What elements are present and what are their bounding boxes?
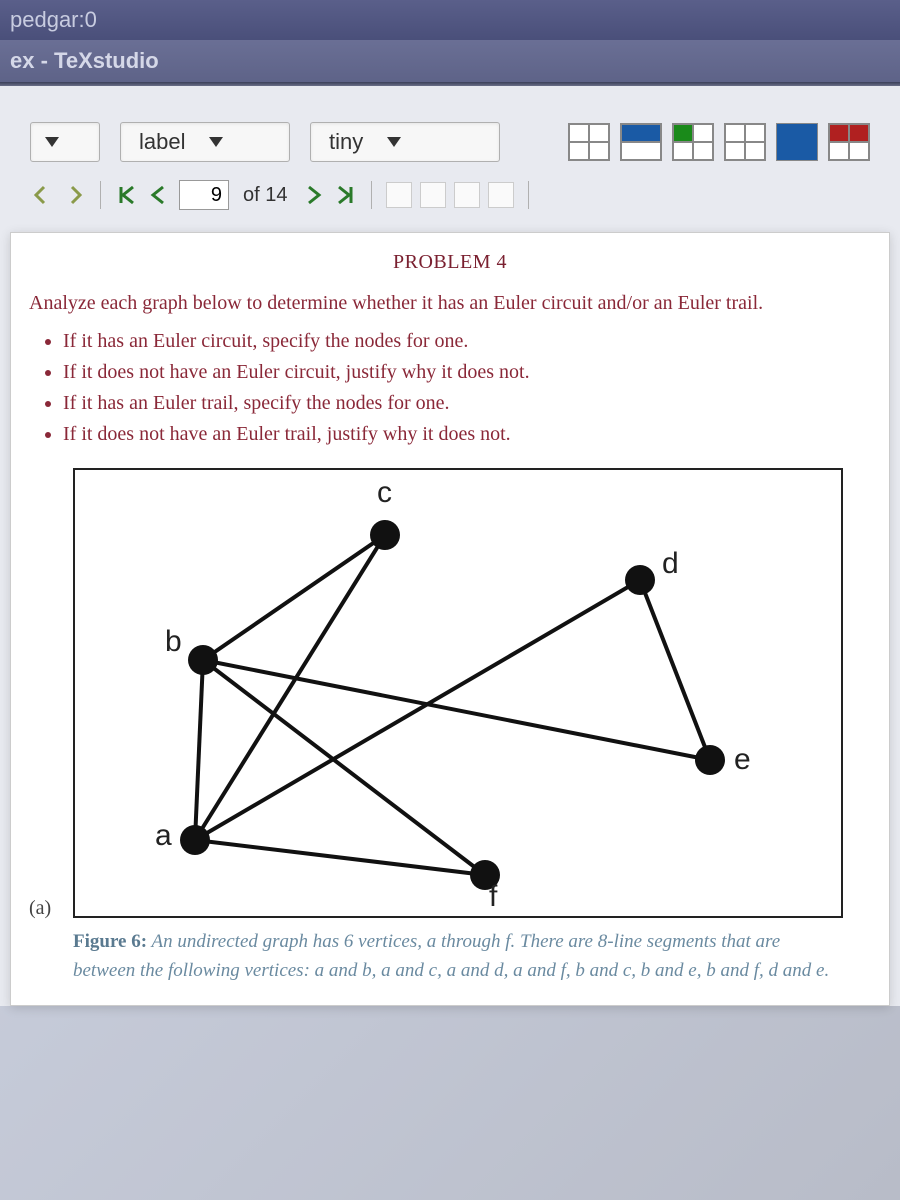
dropdown-label-text: label (131, 129, 205, 155)
graph-label-d: d (662, 547, 679, 581)
zoom-tool2-icon[interactable] (420, 182, 446, 208)
graph-node-a (180, 825, 210, 855)
bullet-item: If it has an Euler circuit, specify the … (63, 326, 877, 357)
separator (100, 181, 101, 209)
nav-prev-icon[interactable] (147, 183, 171, 207)
part-label: (a) (29, 897, 51, 920)
page-total-label: of 14 (237, 184, 293, 207)
table-corner-icon[interactable] (672, 123, 714, 161)
graph-canvas: abcdef (85, 480, 831, 906)
problem-heading: PROBLEM 4 (23, 251, 877, 274)
table-plain-icon[interactable] (568, 123, 610, 161)
nav-next-icon[interactable] (301, 183, 325, 207)
graph-label-c: c (377, 476, 392, 510)
bullet-list: If it has an Euler circuit, specify the … (23, 326, 877, 450)
nav-forward-icon[interactable] (62, 183, 86, 207)
section-dropdown-empty[interactable] (30, 122, 100, 162)
bullet-item: If it has an Euler trail, specify the no… (63, 388, 877, 419)
toolbar-row-2: of 14 (0, 176, 900, 224)
section-dropdown-label[interactable]: label (120, 122, 290, 162)
figure-caption: Figure 6: An undirected graph has 6 vert… (73, 928, 843, 985)
nav-back-icon[interactable] (30, 183, 54, 207)
caption-lead: Figure 6: (73, 931, 147, 952)
table-header-row-icon[interactable] (828, 123, 870, 161)
table-header-col-icon[interactable] (620, 123, 662, 161)
page-number-input[interactable] (179, 180, 229, 210)
bullet-item: If it does not have an Euler circuit, ju… (63, 357, 877, 388)
graph-node-e (695, 745, 725, 775)
problem-intro: Analyze each graph below to determine wh… (29, 288, 871, 318)
chevron-down-icon (387, 137, 401, 147)
graph-label-a: a (155, 819, 172, 853)
toolbar-row-1: label tiny (0, 116, 900, 176)
graph-label-e: e (734, 743, 751, 777)
bullet-item: If it does not have an Euler trail, just… (63, 419, 877, 450)
graph-label-f: f (489, 880, 497, 914)
title-text: pedgar:0 (10, 7, 97, 33)
window-subtitle: ex - TeXstudio (0, 40, 900, 82)
graph-node-d (625, 565, 655, 595)
separator (528, 181, 529, 209)
subtitle-text: ex - TeXstudio (10, 48, 159, 74)
zoom-tool-icon[interactable] (386, 182, 412, 208)
nav-first-icon[interactable] (115, 183, 139, 207)
pdf-viewer-pane: label tiny of 14 PROB (0, 86, 900, 1006)
table-plain2-icon[interactable] (724, 123, 766, 161)
separator (371, 181, 372, 209)
table-layout-icons (568, 123, 870, 161)
graph-figure: (a) abcdef (73, 468, 843, 918)
table-fill-icon[interactable] (776, 123, 818, 161)
document-page: PROBLEM 4 Analyze each graph below to de… (10, 232, 890, 1006)
size-dropdown-tiny[interactable]: tiny (310, 122, 500, 162)
graph-node-c (370, 520, 400, 550)
nav-last-icon[interactable] (333, 183, 357, 207)
graph-label-b: b (165, 625, 182, 659)
chevron-down-icon (209, 137, 223, 147)
window-titlebar: pedgar:0 (0, 0, 900, 40)
zoom-tool3-icon[interactable] (454, 182, 480, 208)
graph-node-b (188, 645, 218, 675)
caption-text: An undirected graph has 6 vertices, a th… (73, 931, 829, 981)
chevron-down-icon (45, 137, 59, 147)
dropdown-tiny-text: tiny (321, 129, 383, 155)
zoom-tool4-icon[interactable] (488, 182, 514, 208)
